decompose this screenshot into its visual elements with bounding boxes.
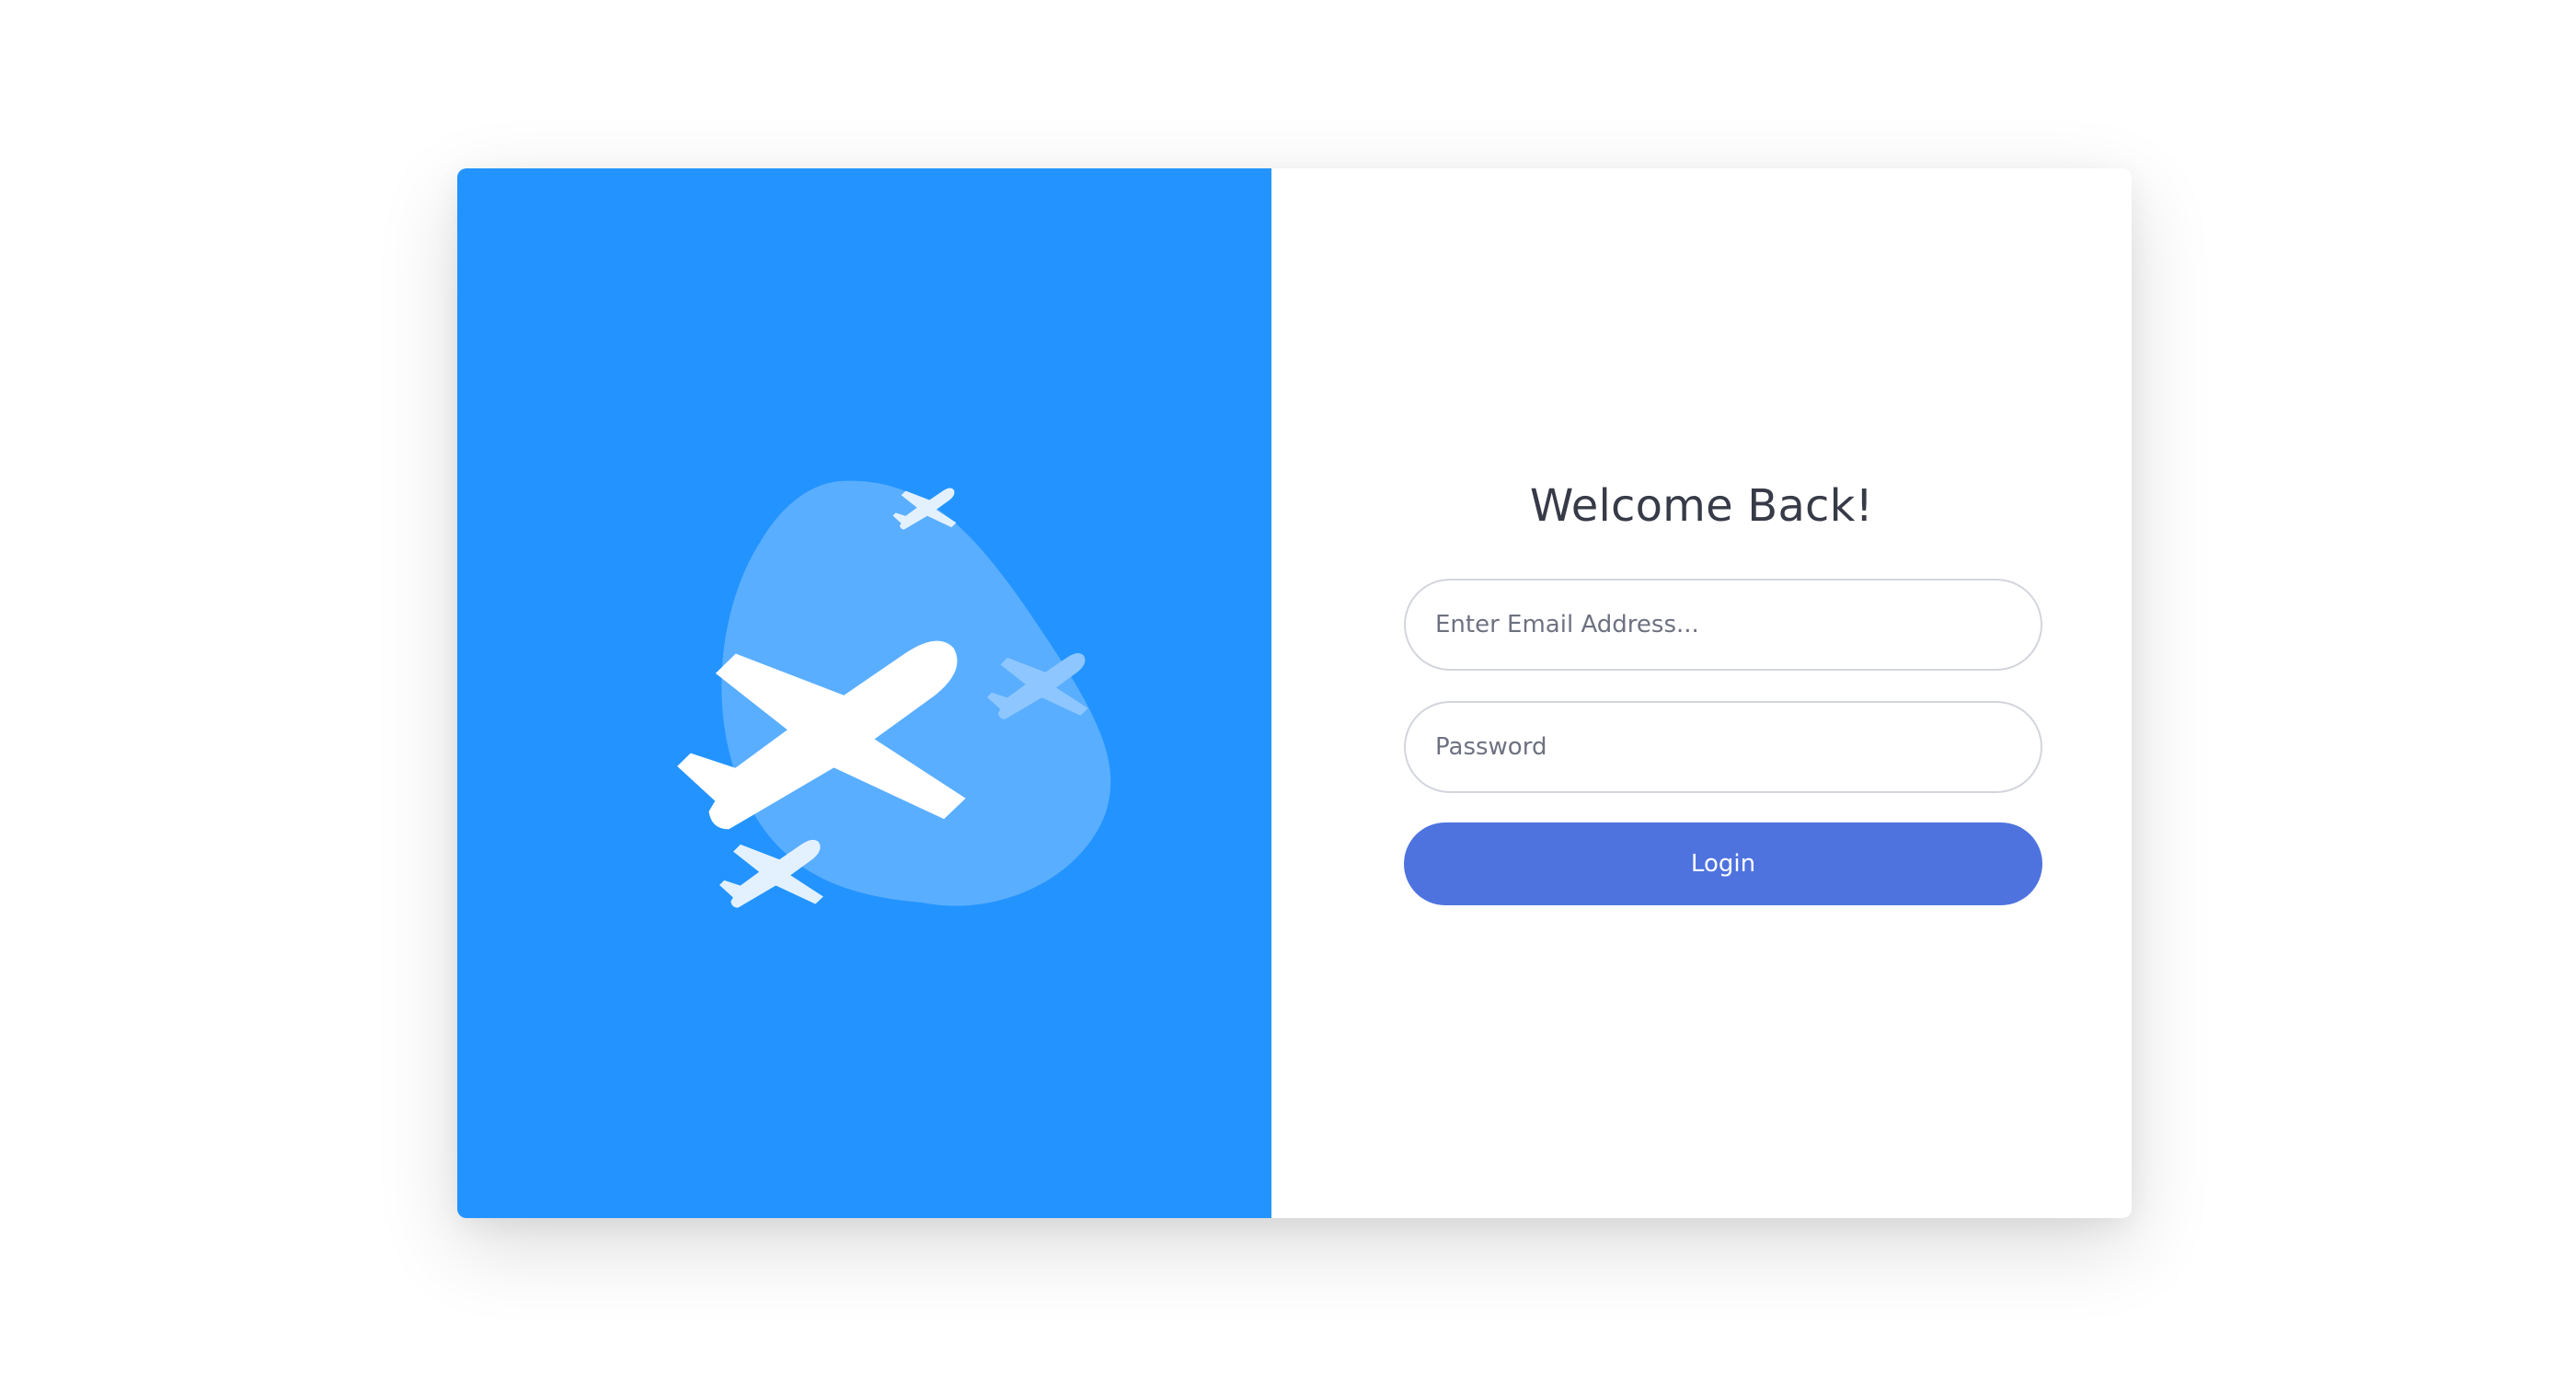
login-form-panel: Welcome Back! Login xyxy=(1271,168,2132,1218)
page-title: Welcome Back! xyxy=(1529,480,1874,532)
login-card: Welcome Back! Login xyxy=(457,168,2132,1218)
illustration-panel xyxy=(457,168,1271,1218)
password-field[interactable] xyxy=(1404,701,2042,793)
email-field[interactable] xyxy=(1404,579,2042,671)
login-button[interactable]: Login xyxy=(1404,822,2042,905)
airplane-illustration xyxy=(677,480,1111,908)
